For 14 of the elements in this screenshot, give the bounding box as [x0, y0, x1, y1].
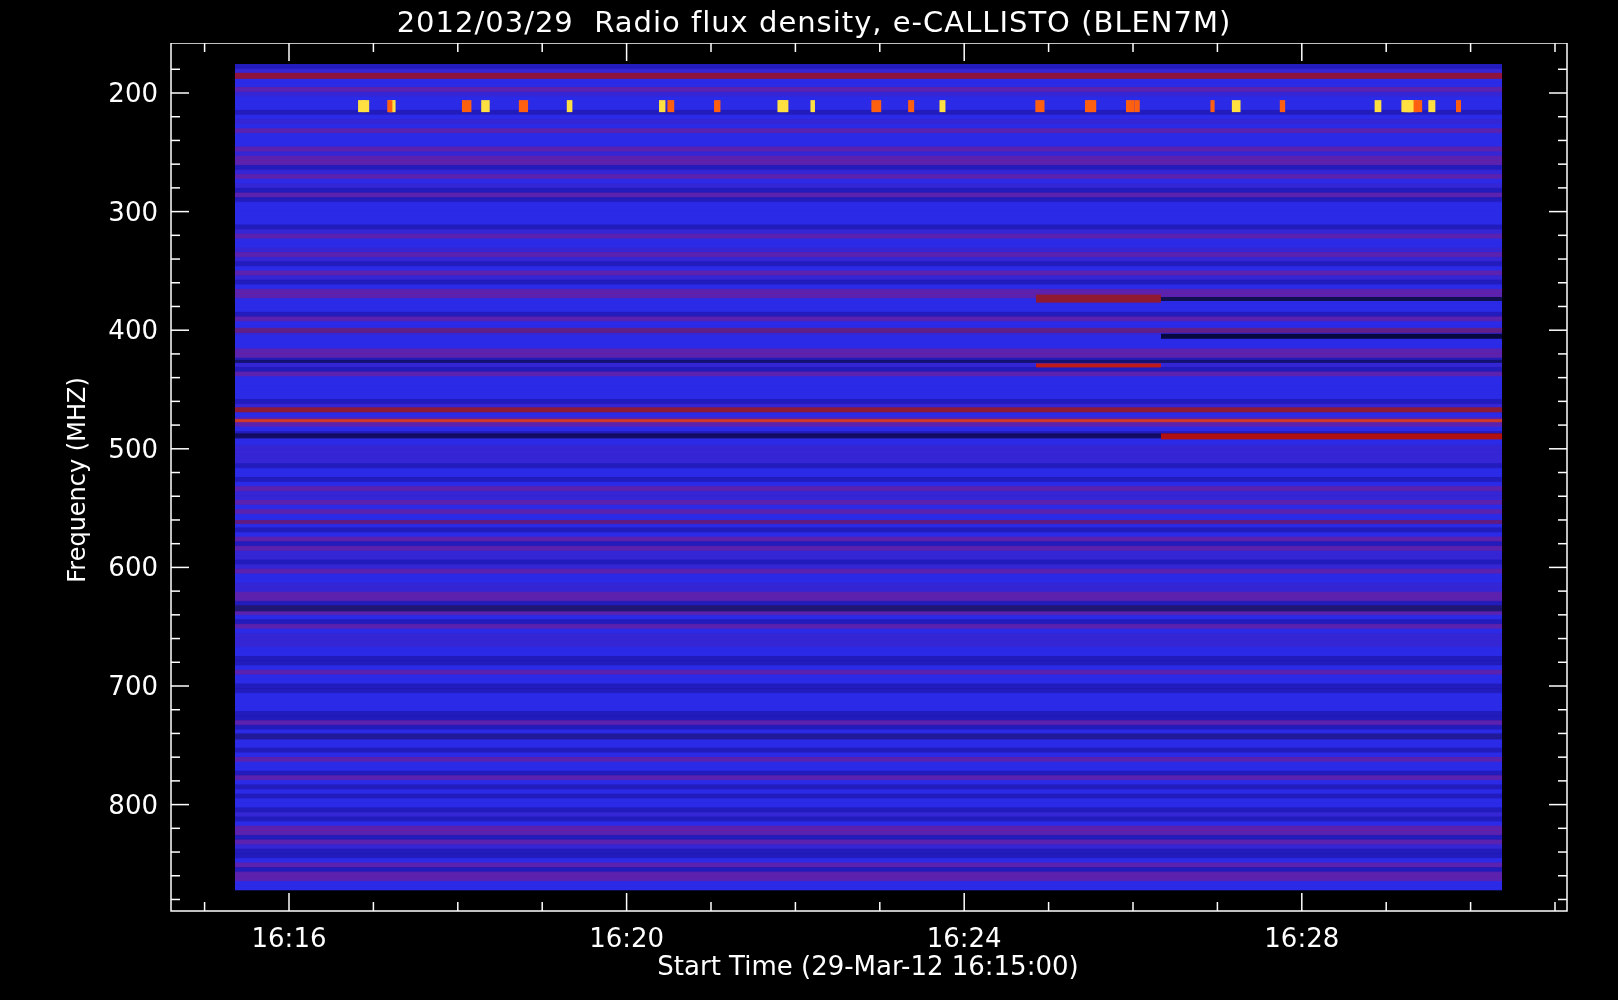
y-tick-label: 600: [108, 552, 158, 583]
x-tick-label: 16:28: [1264, 923, 1340, 953]
y-tick-label: 400: [108, 315, 158, 346]
x-tick-label: 16:24: [926, 923, 1002, 953]
x-tick-label: 16:20: [589, 923, 665, 953]
x-axis-label: Start Time (29-Mar-12 16:15:00): [657, 951, 1079, 981]
y-tick-label: 500: [108, 433, 158, 464]
y-axis-label: Frequency (MHZ): [63, 377, 91, 583]
y-tick-label: 200: [108, 78, 158, 108]
y-tick-label: 300: [108, 196, 158, 227]
y-tick-label: 700: [108, 671, 158, 701]
y-tick-label: 800: [108, 789, 158, 820]
chart-title: 2012/03/29 Radio flux density, e-CALLISTO (BLEN7M): [395, 4, 1232, 39]
x-tick-label: 16:16: [251, 923, 327, 953]
